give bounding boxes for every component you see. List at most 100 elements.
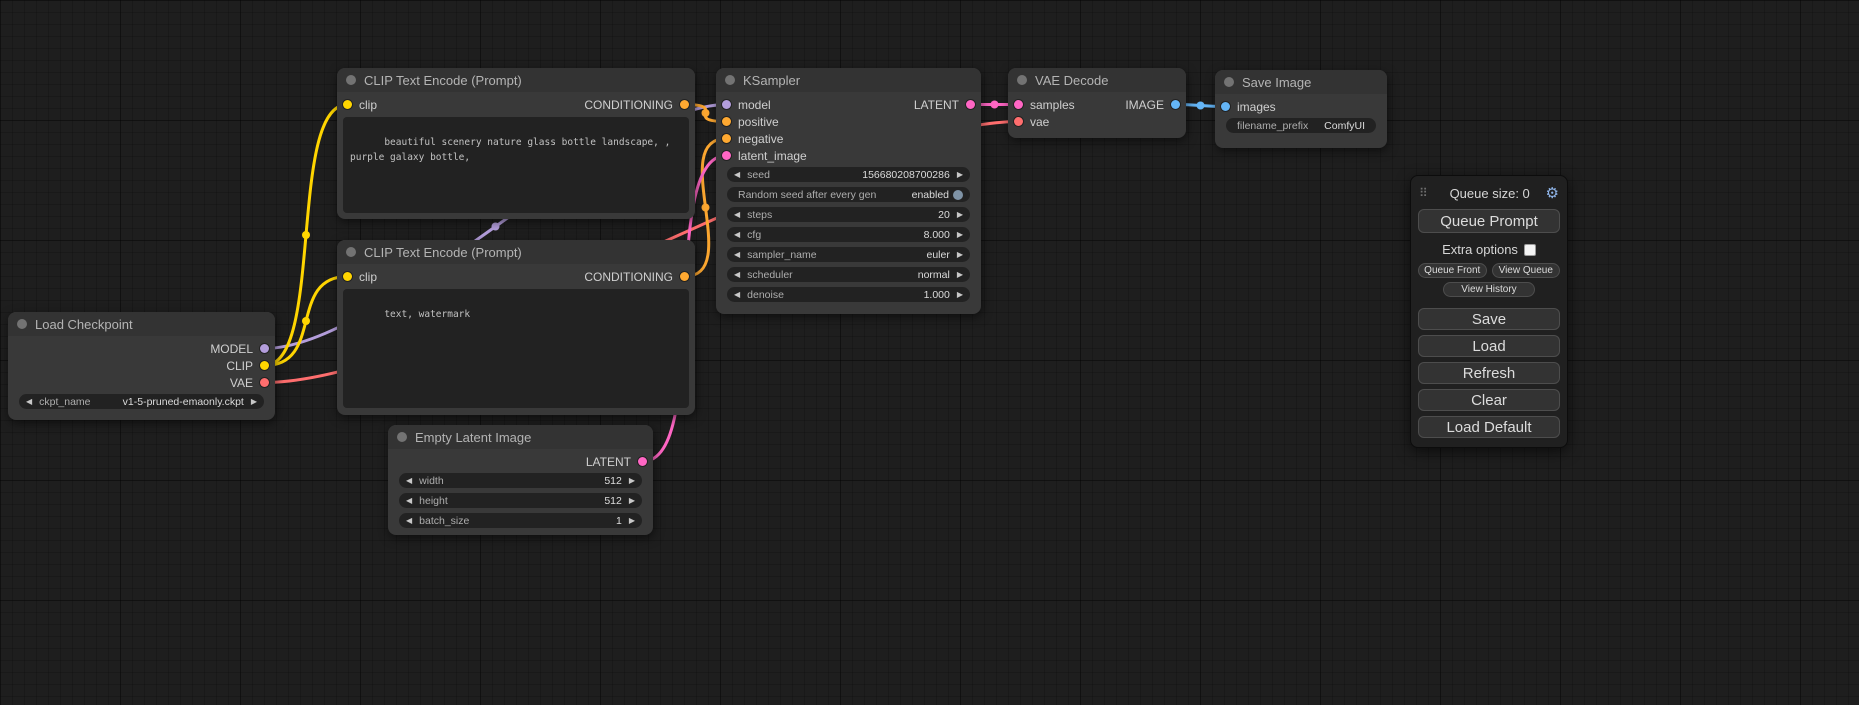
node-title-bar[interactable]: KSampler xyxy=(716,68,981,92)
image-slot-dot[interactable] xyxy=(1221,102,1230,111)
output-slot-latent[interactable]: LATENT xyxy=(586,453,647,470)
node-clip-text-encode-2[interactable]: CLIP Text Encode (Prompt) clip CONDITION… xyxy=(337,240,695,415)
increment-arrow-icon[interactable]: ▶ xyxy=(957,251,963,259)
image-slot-dot[interactable] xyxy=(1171,100,1180,109)
queue-prompt-button[interactable]: Queue Prompt xyxy=(1418,209,1560,233)
link-midpoint-dot xyxy=(991,101,999,109)
node-load-checkpoint[interactable]: Load Checkpoint MODEL CLIP VAE xyxy=(8,312,275,420)
prompt-text-area[interactable]: beautiful scenery nature glass bottle la… xyxy=(343,117,689,213)
seed-widget[interactable]: ◀ seed 156680208700286 ▶ xyxy=(727,167,970,182)
vae-slot-dot[interactable] xyxy=(260,378,269,387)
output-slot-image[interactable]: IMAGE xyxy=(1125,96,1180,113)
menu-panel: ⠿ Queue size: 0 ⚙ Queue Prompt Extra opt… xyxy=(1410,175,1568,448)
decrement-arrow-icon[interactable]: ◀ xyxy=(734,291,740,299)
toggle-knob[interactable] xyxy=(953,190,963,200)
steps-widget[interactable]: ◀ steps 20 ▶ xyxy=(727,207,970,222)
drag-handle-icon[interactable]: ⠿ xyxy=(1419,186,1428,200)
node-title-bar[interactable]: VAE Decode xyxy=(1008,68,1186,92)
random-seed-toggle-widget[interactable]: Random seed after every gen enabled xyxy=(727,187,970,202)
output-slot-latent[interactable]: LATENT xyxy=(914,96,975,113)
increment-arrow-icon[interactable]: ▶ xyxy=(957,211,963,219)
conditioning-slot-dot[interactable] xyxy=(722,117,731,126)
decrement-arrow-icon[interactable]: ◀ xyxy=(734,251,740,259)
node-title-bar[interactable]: Save Image xyxy=(1215,70,1387,94)
clear-button[interactable]: Clear xyxy=(1418,389,1560,411)
input-slot-latent-image[interactable]: latent_image xyxy=(722,147,807,164)
node-title-bar[interactable]: Empty Latent Image xyxy=(388,425,653,449)
decrement-arrow-icon[interactable]: ◀ xyxy=(734,211,740,219)
node-title-bar[interactable]: CLIP Text Encode (Prompt) xyxy=(337,68,695,92)
model-slot-dot[interactable] xyxy=(722,100,731,109)
latent-slot-dot[interactable] xyxy=(1014,100,1023,109)
extra-options-checkbox[interactable] xyxy=(1524,244,1536,256)
increment-arrow-icon[interactable]: ▶ xyxy=(251,398,257,406)
widget-value: euler xyxy=(926,249,949,261)
conditioning-slot-dot[interactable] xyxy=(680,272,689,281)
latent-slot-dot[interactable] xyxy=(638,457,647,466)
node-save-image[interactable]: Save Image images filename_prefix ComfyU… xyxy=(1215,70,1387,148)
decrement-arrow-icon[interactable]: ◀ xyxy=(734,271,740,279)
conditioning-slot-dot[interactable] xyxy=(722,134,731,143)
increment-arrow-icon[interactable]: ▶ xyxy=(957,231,963,239)
model-slot-dot[interactable] xyxy=(260,344,269,353)
conditioning-slot-dot[interactable] xyxy=(680,100,689,109)
clip-slot-dot[interactable] xyxy=(343,272,352,281)
input-slot-clip[interactable]: clip xyxy=(343,96,377,113)
node-title-bar[interactable]: CLIP Text Encode (Prompt) xyxy=(337,240,695,264)
decrement-arrow-icon[interactable]: ◀ xyxy=(734,231,740,239)
denoise-widget[interactable]: ◀ denoise 1.000 ▶ xyxy=(727,287,970,302)
output-slot-conditioning[interactable]: CONDITIONING xyxy=(584,96,689,113)
view-history-button[interactable]: View History xyxy=(1443,282,1535,297)
node-ksampler[interactable]: KSampler model positive negative lat xyxy=(716,68,981,314)
node-vae-decode[interactable]: VAE Decode samples vae IMAGE xyxy=(1008,68,1186,138)
graph-canvas[interactable]: Load Checkpoint MODEL CLIP VAE xyxy=(0,0,1859,705)
cfg-widget[interactable]: ◀ cfg 8.000 ▶ xyxy=(727,227,970,242)
output-slot-clip[interactable]: CLIP xyxy=(210,357,269,374)
clip-slot-dot[interactable] xyxy=(260,361,269,370)
height-widget[interactable]: ◀ height 512 ▶ xyxy=(399,493,642,508)
scheduler-widget[interactable]: ◀ scheduler normal ▶ xyxy=(727,267,970,282)
settings-gear-icon[interactable]: ⚙ xyxy=(1546,184,1559,202)
increment-arrow-icon[interactable]: ▶ xyxy=(957,171,963,179)
decrement-arrow-icon[interactable]: ◀ xyxy=(406,517,412,525)
decrement-arrow-icon[interactable]: ◀ xyxy=(406,477,412,485)
node-empty-latent-image[interactable]: Empty Latent Image LATENT ◀ width 512 ▶ … xyxy=(388,425,653,535)
output-slot-vae[interactable]: VAE xyxy=(210,374,269,391)
latent-slot-dot[interactable] xyxy=(966,100,975,109)
increment-arrow-icon[interactable]: ▶ xyxy=(629,477,635,485)
refresh-button[interactable]: Refresh xyxy=(1418,362,1560,384)
save-button[interactable]: Save xyxy=(1418,308,1560,330)
increment-arrow-icon[interactable]: ▶ xyxy=(957,291,963,299)
queue-front-button[interactable]: Queue Front xyxy=(1418,263,1487,278)
increment-arrow-icon[interactable]: ▶ xyxy=(957,271,963,279)
slot-label: negative xyxy=(738,132,783,146)
increment-arrow-icon[interactable]: ▶ xyxy=(629,517,635,525)
input-slot-model[interactable]: model xyxy=(722,96,807,113)
output-slot-model[interactable]: MODEL xyxy=(210,340,269,357)
input-slot-positive[interactable]: positive xyxy=(722,113,807,130)
input-slot-negative[interactable]: negative xyxy=(722,130,807,147)
filename-prefix-widget[interactable]: filename_prefix ComfyUI xyxy=(1226,118,1376,133)
input-slot-vae[interactable]: vae xyxy=(1014,113,1075,130)
output-slot-conditioning[interactable]: CONDITIONING xyxy=(584,268,689,285)
batch-size-widget[interactable]: ◀ batch_size 1 ▶ xyxy=(399,513,642,528)
vae-slot-dot[interactable] xyxy=(1014,117,1023,126)
input-slot-samples[interactable]: samples xyxy=(1014,96,1075,113)
prompt-text-area[interactable]: text, watermark xyxy=(343,289,689,408)
load-button[interactable]: Load xyxy=(1418,335,1560,357)
clip-slot-dot[interactable] xyxy=(343,100,352,109)
input-slot-clip[interactable]: clip xyxy=(343,268,377,285)
ckpt-name-widget[interactable]: ◀ ckpt_name v1-5-pruned-emaonly.ckpt ▶ xyxy=(19,394,264,409)
decrement-arrow-icon[interactable]: ◀ xyxy=(26,398,32,406)
decrement-arrow-icon[interactable]: ◀ xyxy=(406,497,412,505)
sampler-name-widget[interactable]: ◀ sampler_name euler ▶ xyxy=(727,247,970,262)
load-default-button[interactable]: Load Default xyxy=(1418,416,1560,438)
decrement-arrow-icon[interactable]: ◀ xyxy=(734,171,740,179)
latent-slot-dot[interactable] xyxy=(722,151,731,160)
node-clip-text-encode-1[interactable]: CLIP Text Encode (Prompt) clip CONDITION… xyxy=(337,68,695,219)
view-queue-button[interactable]: View Queue xyxy=(1492,263,1561,278)
input-slot-images[interactable]: images xyxy=(1221,98,1276,115)
width-widget[interactable]: ◀ width 512 ▶ xyxy=(399,473,642,488)
node-title-bar[interactable]: Load Checkpoint xyxy=(8,312,275,336)
increment-arrow-icon[interactable]: ▶ xyxy=(629,497,635,505)
